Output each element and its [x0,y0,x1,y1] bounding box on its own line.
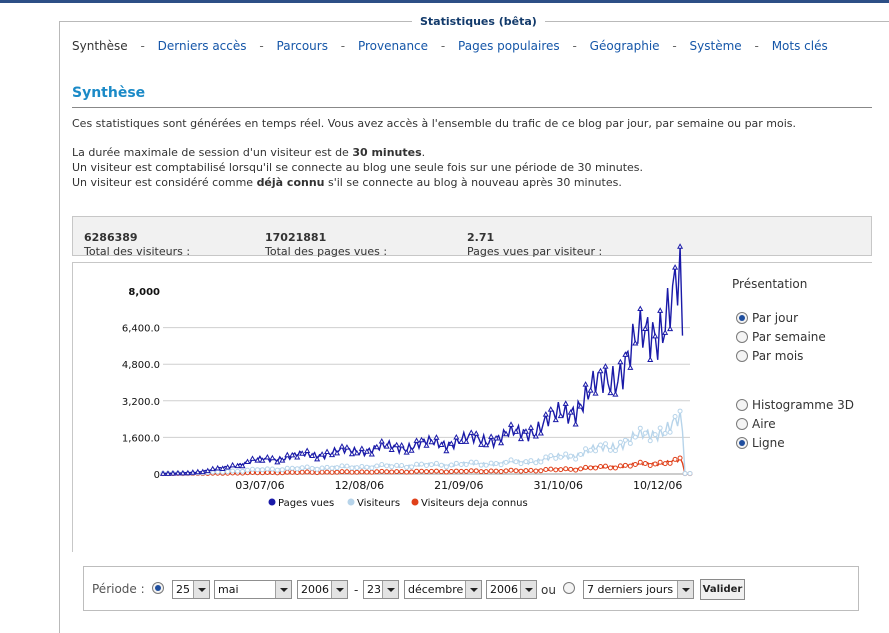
radio-icon[interactable] [736,350,748,362]
presentation-title: Présentation [732,277,808,291]
chevron-down-icon [520,581,536,598]
nav-separator: - [259,39,264,53]
session-line-1-suffix: . [421,146,426,159]
pages-per-visitor: Pages vues par visiteur : 2.71 [467,231,602,258]
month-to-value: décembre [408,583,464,596]
session-line-3-prefix: Un visiteur est considéré comme [72,176,257,189]
session-duration: 30 minutes [352,146,422,159]
panel-title: Statistiques (bêta) [412,15,545,28]
nav-separator: - [572,39,577,53]
pages-per-visitor-value: 2.71 [467,231,495,244]
range-separator: - [354,583,359,597]
option-histogramme-label: Histogramme 3D [752,398,855,412]
option-histogramme-3d[interactable]: Histogramme 3D [736,398,854,412]
radio-icon[interactable] [736,437,748,449]
nav-derniers-acces[interactable]: Derniers accès [158,39,247,53]
top-border [0,0,889,3]
year-from-value: 2006 [301,583,329,596]
chevron-down-icon [193,581,209,598]
nav-mots-cles[interactable]: Mots clés [772,39,828,53]
radio-icon[interactable] [736,418,748,430]
nav-separator: - [340,39,346,53]
section-heading: Synthèse [72,85,146,101]
nav-pages-populaires[interactable]: Pages populaires [458,39,560,53]
preset-value: 7 derniers jours [587,583,674,596]
period-label: Période : [92,582,145,596]
total-visitors-label: Total des visiteurs : [84,245,191,258]
day-from-value: 25 [176,583,190,596]
chevron-down-icon [465,581,481,598]
nav-separator: - [440,39,446,53]
period-preset-radio[interactable] [563,582,575,594]
chevron-down-icon [275,581,291,598]
option-par-semaine-label: Par semaine [752,330,826,344]
session-line-3: Un visiteur est considéré comme déjà con… [72,176,622,189]
period-range-radio[interactable] [152,582,164,594]
pages-per-visitor-label: Pages vues par visiteur : [467,245,603,258]
nav-geographie[interactable]: Géographie [590,39,660,53]
radio-icon[interactable] [736,312,748,324]
intro-text: Ces statistiques sont générées en temps … [72,117,797,130]
day-from-select[interactable]: 25 [172,580,210,599]
known-visitor-term: déjà connu [256,176,325,189]
year-to-select[interactable]: 2006 [486,580,537,599]
day-to-select[interactable]: 23 [363,580,399,599]
nav-systeme[interactable]: Système [690,39,742,53]
option-par-jour-label: Par jour [752,311,799,325]
period-form: Période : 25 mai 2006 - 23 décembre 2006… [83,566,859,611]
year-from-select[interactable]: 2006 [297,580,348,599]
nav-separator: - [140,39,145,53]
option-ligne-label: Ligne [752,436,785,450]
option-par-mois-label: Par mois [752,349,804,363]
day-to-value: 23 [367,583,381,596]
total-pages-value: 17021881 [265,231,327,244]
total-visitors: Total des visiteurs : 6286389 [84,231,190,258]
nav-provenance[interactable]: Provenance [358,39,428,53]
nav-parcours[interactable]: Parcours [277,39,328,53]
option-aire-label: Aire [752,417,776,431]
session-line-1-prefix: La durée maximale de session d'un visite… [72,146,353,159]
option-aire[interactable]: Aire [736,417,776,431]
year-to-value: 2006 [490,583,518,596]
total-visitors-value: 6286389 [84,231,138,244]
session-line-2: Un visiteur est comptabilisé lorsqu'il s… [72,161,644,174]
session-line-1: La durée maximale de session d'un visite… [72,146,425,159]
chevron-down-icon [331,581,347,598]
session-line-3-suffix: s'il se connecte au blog à nouveau après… [324,176,622,189]
option-par-semaine[interactable]: Par semaine [736,330,826,344]
chevron-down-icon [382,581,398,598]
stats-nav: Synthèse - Derniers accès - Parcours - P… [72,39,828,53]
totals-bar: Total des visiteurs : 6286389 Total des … [72,216,872,258]
radio-icon[interactable] [736,331,748,343]
total-pages: Total des pages vues : 17021881 [265,231,387,258]
heading-divider [72,107,872,108]
nav-separator: - [672,39,677,53]
validate-button[interactable]: Valider [700,579,745,600]
month-from-value: mai [218,583,239,596]
preset-select[interactable]: 7 derniers jours [583,580,694,599]
chevron-down-icon [677,581,693,598]
option-par-mois[interactable]: Par mois [736,349,803,363]
option-par-jour[interactable]: Par jour [736,311,798,325]
month-from-select[interactable]: mai [214,580,292,599]
or-label: ou [541,583,556,597]
nav-synthese: Synthèse [72,39,128,53]
radio-icon[interactable] [736,399,748,411]
nav-separator: - [754,39,759,53]
total-pages-label: Total des pages vues : [265,245,388,258]
month-to-select[interactable]: décembre [404,580,482,599]
option-ligne[interactable]: Ligne [736,436,785,450]
